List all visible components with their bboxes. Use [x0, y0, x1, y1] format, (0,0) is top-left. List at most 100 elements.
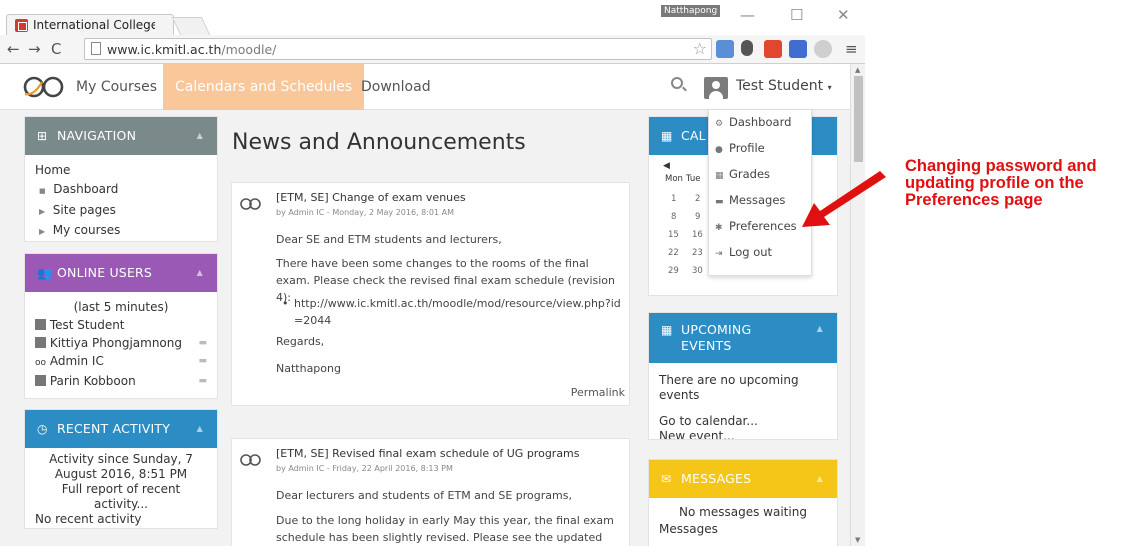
calendar-day[interactable]: 15	[668, 230, 679, 240]
post-meta: by Admin IC - Friday, 22 April 2016, 8:1…	[276, 464, 453, 473]
recent-activity-block: ◷ RECENT ACTIVITY ▲ Activity since Sunday…	[24, 409, 218, 529]
no-activity: No recent activity	[35, 512, 142, 526]
page-icon	[91, 42, 101, 55]
table-icon: ▦	[715, 171, 724, 181]
calendar-day[interactable]: 2	[695, 194, 700, 204]
site-logo[interactable]	[22, 76, 68, 98]
menu-item-dashboard[interactable]: ⚙ Dashboard	[715, 115, 791, 129]
calendar-day[interactable]: 9	[695, 212, 700, 222]
bookmark-star-icon[interactable]: ☆	[693, 39, 707, 58]
extension-icon[interactable]	[741, 40, 753, 56]
calendar-day[interactable]: 22	[668, 248, 679, 258]
browser-tab[interactable]: International College ×	[6, 14, 174, 36]
post-link[interactable]: • http://www.ic.kmitl.ac.th/moodle/mod/re…	[282, 295, 624, 329]
nav-my-courses-item[interactable]: ▶ My courses	[35, 221, 207, 241]
messages-header[interactable]: ✉ MESSAGES ▲	[649, 460, 837, 498]
online-users-header[interactable]: 👥 ONLINE USERS ▲	[25, 254, 217, 292]
nav-download[interactable]: Download	[349, 64, 443, 110]
menu-item-logout[interactable]: ⇥ Log out	[715, 245, 772, 259]
new-tab-button[interactable]	[171, 17, 211, 35]
page-title: News and Announcements	[232, 130, 526, 155]
nav-calendars[interactable]: Calendars and Schedules	[163, 64, 365, 110]
chat-icon: ▬	[715, 197, 724, 207]
navigation-header[interactable]: ⊞ NAVIGATION ▲	[25, 117, 217, 155]
minimize-icon[interactable]: —	[740, 6, 755, 24]
online-users-subtitle: (last 5 minutes)	[73, 300, 169, 314]
url-text: www.ic.kmitl.ac.th/moodle/	[107, 42, 277, 57]
calendar-day[interactable]: 16	[692, 230, 703, 240]
online-user[interactable]: Test Student	[35, 316, 207, 334]
online-users-block: 👥 ONLINE USERS ▲ (last 5 minutes) Test St…	[24, 253, 218, 399]
upcoming-events-block: ▦ UPCOMING EVENTS ▲ There are no upcoming…	[648, 312, 838, 440]
menu-item-profile[interactable]: ● Profile	[715, 141, 765, 155]
site-navbar: My Courses Calendars and Schedules Downl…	[0, 64, 850, 110]
messages-link[interactable]: Messages	[659, 521, 827, 538]
messages-block: ✉ MESSAGES ▲ No messages waiting Messages	[648, 459, 838, 546]
close-icon[interactable]: ✕	[837, 6, 850, 24]
navigation-block: ⊞ NAVIGATION ▲ Home ■ Dashboard ▶ Site pa…	[24, 116, 218, 242]
full-report-link[interactable]: Full report of recent activity...	[35, 482, 207, 512]
upcoming-events-header[interactable]: ▦ UPCOMING EVENTS ▲	[649, 313, 837, 363]
recent-activity-header[interactable]: ◷ RECENT ACTIVITY ▲	[25, 410, 217, 448]
nav-dashboard[interactable]: ■ Dashboard	[35, 180, 207, 201]
calendar-day[interactable]: 30	[692, 266, 703, 276]
clock-icon: ◷	[37, 422, 48, 436]
scroll-down-icon[interactable]: ▼	[855, 536, 860, 544]
extension-icon[interactable]	[764, 40, 782, 58]
profile-badge[interactable]: Natthapong	[661, 5, 721, 17]
collapse-icon[interactable]: ▲	[197, 117, 203, 155]
post-title[interactable]: [ETM, SE] Revised final exam schedule of…	[276, 447, 580, 460]
users-icon: 👥	[37, 266, 53, 280]
user-menu-toggle[interactable]: Test Student ▾	[736, 78, 832, 94]
collapse-icon[interactable]: ▲	[197, 254, 203, 292]
annotation-text: Changing password and updating profile o…	[905, 157, 1097, 209]
extension-icon[interactable]	[814, 40, 832, 58]
user-icon: ●	[715, 145, 723, 155]
activity-since: Activity since Sunday, 7 August 2016, 8:…	[49, 452, 193, 481]
menu-item-messages[interactable]: ▬ Messages	[715, 193, 785, 207]
back-icon[interactable]: ←	[7, 40, 20, 58]
search-icon[interactable]	[671, 77, 683, 89]
menu-item-grades[interactable]: ▦ Grades	[715, 167, 770, 181]
day-header: Tue	[686, 174, 701, 184]
nav-site-pages[interactable]: ▶ Site pages	[35, 201, 207, 221]
message-icon: ▬	[198, 356, 207, 366]
nav-my-courses[interactable]: My Courses	[64, 64, 169, 110]
reload-icon[interactable]: C	[51, 40, 61, 58]
online-user[interactable]: Parin Kobboon ▬	[35, 372, 207, 390]
scroll-thumb[interactable]	[854, 76, 863, 162]
calendar-day[interactable]: 29	[668, 266, 679, 276]
collapse-icon[interactable]: ▲	[817, 321, 823, 337]
page-scrollbar[interactable]: ▲ ▼	[850, 64, 865, 546]
online-user[interactable]: Kittiya Phongjamnong ▬	[35, 334, 207, 352]
new-event-link[interactable]: New event...	[659, 429, 827, 439]
dashboard-icon: ⚙	[715, 119, 724, 129]
avatar[interactable]	[704, 77, 728, 99]
forward-icon[interactable]: →	[28, 40, 41, 58]
menu-item-preferences[interactable]: ✱ Preferences	[715, 219, 797, 233]
message-icon: ▬	[198, 338, 207, 348]
calendar-day[interactable]: 1	[671, 194, 676, 204]
address-bar[interactable]: www.ic.kmitl.ac.th/moodle/ ☆	[84, 38, 712, 60]
calendar-day[interactable]: 8	[671, 212, 676, 222]
tab-strip: International College × Natthapong — ☐ ✕	[0, 0, 865, 36]
nav-home[interactable]: Home	[35, 161, 207, 180]
post-title[interactable]: [ETM, SE] Change of exam venues	[276, 191, 466, 204]
extension-icon[interactable]	[789, 40, 807, 58]
collapse-icon[interactable]: ▲	[817, 460, 823, 498]
post-body: Natthapong	[276, 362, 341, 375]
online-user[interactable]: oo Admin IC ▬	[35, 352, 207, 372]
post-body: Dear SE and ETM students and lecturers,	[276, 233, 502, 246]
upcoming-empty: There are no upcoming events	[659, 373, 799, 402]
scroll-up-icon[interactable]: ▲	[855, 66, 860, 74]
calendar-day[interactable]: 23	[692, 248, 703, 258]
post-body: Dear lecturers and students of ETM and S…	[276, 489, 572, 502]
extension-icon[interactable]	[716, 40, 734, 58]
menu-icon[interactable]: ≡	[845, 40, 858, 58]
collapse-icon[interactable]: ▲	[197, 410, 203, 448]
calendar-icon: ▦	[661, 129, 673, 143]
permalink-link[interactable]: Permalink	[571, 386, 625, 399]
go-to-calendar-link[interactable]: Go to calendar...	[659, 414, 827, 429]
message-icon: ▬	[198, 376, 207, 386]
maximize-icon[interactable]: ☐	[790, 6, 803, 24]
